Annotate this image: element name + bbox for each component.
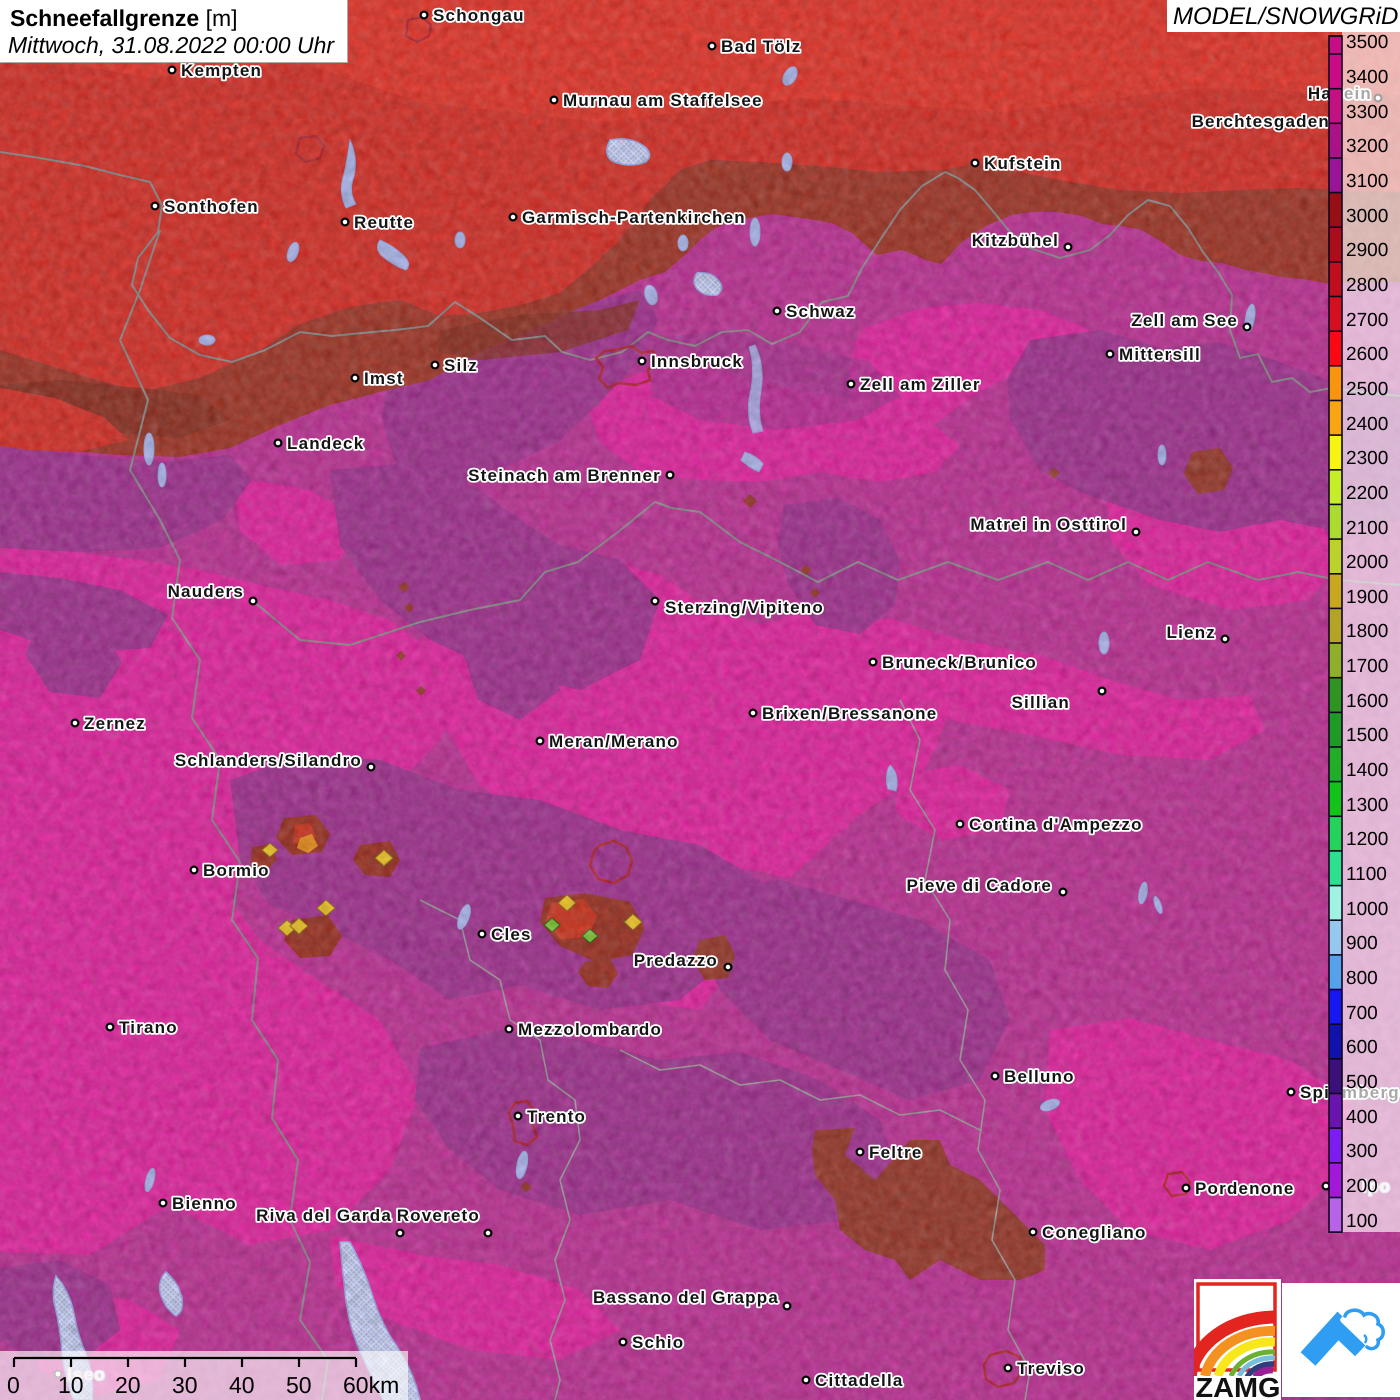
svg-text:ZAMG: ZAMG — [1196, 1372, 1281, 1400]
